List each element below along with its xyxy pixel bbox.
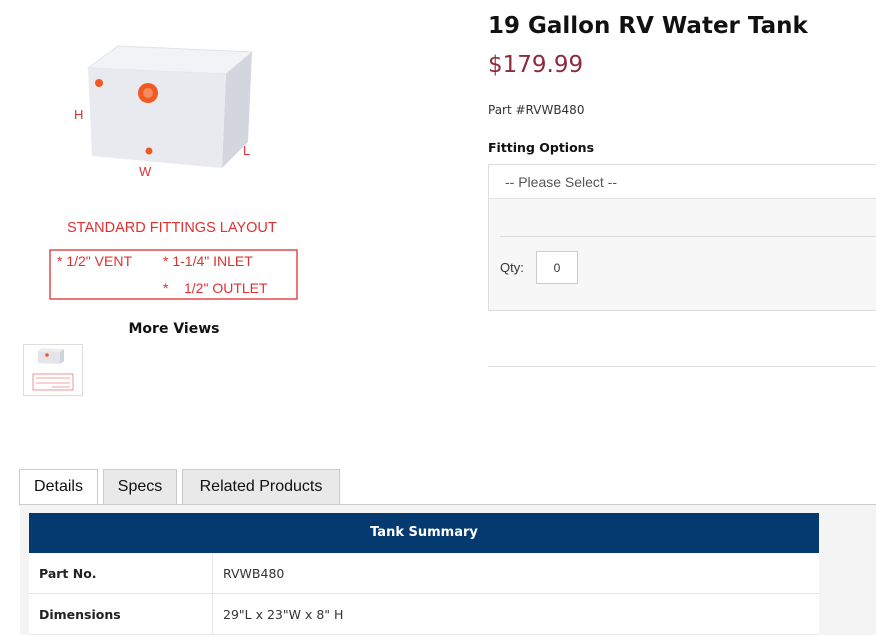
table-row: Part No. RVWB480 — [29, 553, 819, 594]
summary-value: 29"L x 23"W x 8" H — [223, 607, 344, 622]
more-views-title: More Views — [128, 321, 220, 337]
options-panel: -- Please Select -- Qty: 0 — [488, 164, 876, 311]
product-price: $179.99 — [488, 52, 584, 78]
product-title: 19 Gallon RV Water Tank — [488, 13, 808, 39]
tank-summary-table: Tank Summary Part No. RVWB480 Dimensions… — [29, 513, 819, 635]
fitting-options-label: Fitting Options — [488, 140, 595, 155]
summary-key: Part No. — [29, 553, 213, 593]
tab-related-products[interactable]: Related Products — [182, 469, 340, 505]
dim-label-w: W — [139, 164, 152, 179]
section-divider — [488, 366, 876, 367]
tank-summary-header: Tank Summary — [29, 513, 819, 553]
product-image[interactable]: H W L STANDARD FITTINGS LAYOUT * 1/2" VE… — [30, 20, 310, 310]
qty-input[interactable]: 0 — [536, 251, 578, 284]
fitting-vent: * 1/2" VENT — [57, 253, 132, 269]
thumbnail-image[interactable] — [23, 344, 83, 396]
fitting-options-select[interactable]: -- Please Select -- — [489, 165, 876, 199]
summary-key: Dimensions — [29, 594, 213, 634]
part-number: Part #RVWB480 — [488, 103, 585, 117]
summary-value: RVWB480 — [223, 566, 285, 581]
options-divider — [500, 236, 876, 237]
fitting-outlet: * 1/2" OUTLET — [163, 280, 268, 296]
tab-specs[interactable]: Specs — [103, 469, 177, 505]
dim-label-h: H — [74, 107, 83, 122]
fitting-inlet: * 1-1/4" INLET — [163, 253, 253, 269]
tab-details[interactable]: Details — [19, 469, 98, 506]
qty-label: Qty: — [500, 260, 524, 275]
tank-illustration: H W L STANDARD FITTINGS LAYOUT * 1/2" VE… — [49, 45, 298, 300]
dim-label-l: L — [243, 143, 250, 158]
fittings-layout-title: STANDARD FITTINGS LAYOUT — [67, 220, 277, 236]
table-row: Dimensions 29"L x 23"W x 8" H — [29, 594, 819, 635]
